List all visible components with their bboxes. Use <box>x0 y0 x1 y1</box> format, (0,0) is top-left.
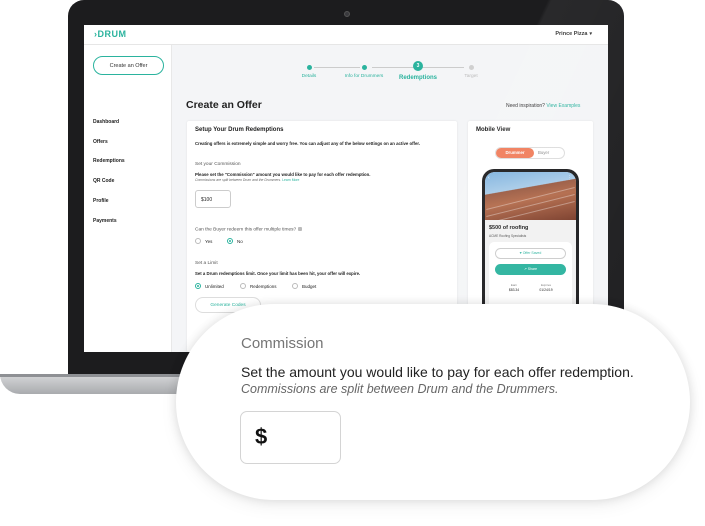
offer-title: $500 of roofing <box>489 225 529 231</box>
radio-no[interactable]: No <box>227 238 243 244</box>
drum-logo[interactable]: ›DRUM <box>94 29 127 39</box>
radio-label: Redemptions <box>250 283 277 289</box>
stat-expires: Expires 01/24/19 <box>531 283 561 292</box>
view-examples-link[interactable]: View Examples <box>546 103 580 109</box>
sidebar-item-payments[interactable]: Payments <box>93 218 117 224</box>
radio-circle <box>292 283 298 289</box>
sidebar-item-dashboard[interactable]: Dashboard <box>93 119 119 125</box>
radio-redemptions[interactable]: Redemptions <box>240 283 277 289</box>
step-details[interactable]: Details <box>294 65 324 79</box>
more-icon[interactable]: ⋮ <box>567 175 572 181</box>
stage: ›DRUM Prince Pizza ▾ Create an Offer Dash… <box>0 0 705 526</box>
stat-label: Expires <box>540 283 551 287</box>
radio-circle <box>195 238 201 244</box>
commission-note: Commissions are split between Drum and t… <box>241 382 559 396</box>
step-target[interactable]: Target <box>456 65 486 79</box>
step-redemptions[interactable]: 3 Redemptions <box>390 61 446 81</box>
stat-earn: Earn $83.34 <box>499 283 529 292</box>
step-info-for-drummers[interactable]: Info for Drummers <box>336 65 392 79</box>
radio-label: Yes <box>205 238 213 244</box>
dollar-icon: $ <box>255 424 268 449</box>
commission-description: Please set the "Commission" amount you w… <box>195 172 371 177</box>
sidebar-item-qr-code[interactable]: QR Code <box>93 178 114 184</box>
laptop-base-lip <box>0 374 182 377</box>
learn-more-link[interactable]: Learn More <box>282 178 299 182</box>
stat-value: $83.34 <box>508 288 520 292</box>
commission-label: Commission <box>241 335 324 352</box>
radio-circle-selected <box>195 283 201 289</box>
commission-title: Set your Commission <box>195 162 241 167</box>
laptop-base <box>0 374 182 394</box>
camera-icon <box>344 11 350 17</box>
offer-saved-button[interactable]: ♥ Offer Saved <box>495 248 566 259</box>
inspiration-prefix: Need inspiration? <box>506 103 545 109</box>
radio-label: Budget <box>302 283 317 289</box>
stat-value: 01/24/19 <box>539 288 553 292</box>
help-icon[interactable] <box>298 227 303 231</box>
sidebar: Create an Offer Dashboard Offers Redempt… <box>84 45 172 352</box>
radio-label: Unlimited <box>205 283 224 289</box>
radio-unlimited[interactable]: Unlimited <box>195 283 224 289</box>
limit-description: Set a Drum redemptions limit. Once your … <box>195 271 361 276</box>
user-name: Prince Pizza <box>555 31 588 37</box>
step-label: Redemptions <box>398 75 437 81</box>
multi-redeem-question-text: Can the Buyer redeem this offer multiple… <box>195 227 297 233</box>
mobile-view-heading: Mobile View <box>476 127 511 133</box>
commission-amount-input[interactable]: $ <box>240 411 341 464</box>
topbar: ›DRUM Prince Pizza ▾ <box>84 25 608 45</box>
offer-image <box>485 172 576 224</box>
commission-zoom-bubble: Commission Set the amount you would like… <box>176 304 690 500</box>
view-toggle: Drummer Buyer <box>495 147 565 159</box>
commission-input[interactable]: $100 <box>195 190 231 208</box>
step-dot <box>468 65 474 70</box>
limit-title: Set a Limit <box>195 261 218 266</box>
step-dot <box>306 65 312 70</box>
chevron-down-icon: ▾ <box>589 31 592 37</box>
share-button[interactable]: ↗ Share <box>495 264 566 275</box>
commission-note: Commissions are split between Drum and t… <box>195 178 299 182</box>
stat-label: Earn <box>510 283 518 287</box>
sidebar-item-redemptions[interactable]: Redemptions <box>93 158 125 164</box>
radio-circle-selected <box>227 238 233 244</box>
step-dot <box>361 65 367 70</box>
radio-label: No <box>237 238 243 244</box>
radio-circle <box>240 283 246 289</box>
step-label: Details <box>301 74 317 79</box>
toggle-drummer[interactable]: Drummer <box>496 148 534 158</box>
toggle-buyer[interactable]: Buyer <box>538 148 549 158</box>
multi-redeem-question: Can the Buyer redeem this offer multiple… <box>195 227 303 233</box>
step-number: 3 <box>413 61 423 71</box>
radio-budget[interactable]: Budget <box>292 283 316 289</box>
step-label: Info for Drummers <box>344 74 384 79</box>
radio-yes[interactable]: Yes <box>195 238 212 244</box>
commission-note-text: Commissions are split between Drum and t… <box>195 178 282 182</box>
create-offer-button[interactable]: Create an Offer <box>93 56 164 75</box>
laptop-screen: ›DRUM Prince Pizza ▾ Create an Offer Dash… <box>84 25 608 352</box>
sidebar-item-profile[interactable]: Profile <box>93 198 109 204</box>
page-title: Create an Offer <box>186 99 262 111</box>
offer-business: ACME Roofing Specialists <box>489 234 527 238</box>
commission-description: Set the amount you would like to pay for… <box>241 364 634 380</box>
inspiration-text: Need inspiration? View Examples <box>506 103 580 109</box>
setup-heading: Setup Your Drum Redemptions <box>195 127 284 133</box>
step-label: Target <box>464 74 478 79</box>
back-icon[interactable]: ‹ <box>488 175 490 181</box>
sidebar-item-offers[interactable]: Offers <box>93 139 108 145</box>
user-menu[interactable]: Prince Pizza ▾ <box>555 31 592 37</box>
setup-intro: Creating offers is extremely simple and … <box>195 141 421 146</box>
logo-text: DRUM <box>97 29 127 39</box>
